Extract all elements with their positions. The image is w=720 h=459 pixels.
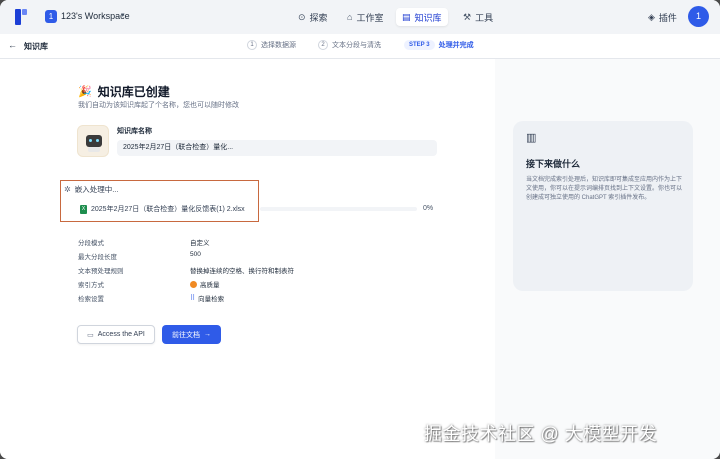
- step-3-label: 处理并完成: [438, 42, 474, 49]
- kb-name-input[interactable]: 2025年2月27日（联合检查）量化...: [117, 140, 437, 156]
- info-label-retrieval: 检索设置: [78, 296, 104, 303]
- top-bar: 1 123's Workspace ▾ ⊙ 探索 ⌂ 工作室 ▤ 知识库 ⚒ 工…: [0, 0, 720, 34]
- page-title: 知识库: [24, 42, 48, 51]
- step-3-tag: STEP 3: [404, 40, 435, 50]
- kb-name-label: 知识库名称: [117, 128, 152, 135]
- workspace-name[interactable]: 123's Workspace: [61, 11, 130, 21]
- nav-knowledge[interactable]: ▤ 知识库: [396, 8, 448, 26]
- next-steps-title: 接下来做什么: [526, 159, 581, 169]
- step-3: STEP 3 处理并完成: [404, 40, 474, 50]
- info-label-segment-mode: 分段模式: [78, 240, 104, 247]
- knowledge-icon: ▤: [402, 11, 411, 22]
- sub-header: ← 知识库 1 选择数据源 2 文本分段与清洗 STEP 3 处理并完成: [0, 34, 720, 59]
- book-icon: ▥: [526, 132, 537, 144]
- info-value-index-method-label: 高质量: [200, 282, 220, 289]
- robot-eye-right: [96, 139, 99, 142]
- app-logo[interactable]: [15, 9, 27, 25]
- plugin-label: 插件: [658, 13, 677, 23]
- back-arrow-icon[interactable]: ←: [8, 40, 17, 50]
- main-panel: 🎉 知识库已创建 我们自动为该知识库起了个名称，您也可以随时修改 知识库名称 2…: [0, 59, 495, 459]
- info-value-max-length: 500: [190, 251, 201, 258]
- embedding-status-label: 嵌入处理中...: [74, 185, 119, 194]
- go-to-document-label: 前往文档: [172, 331, 200, 339]
- embedding-status: ✲ 嵌入处理中...: [64, 184, 118, 195]
- next-steps-card: ▥ 接下来做什么 当文档完成索引处理后，知识库即可集成至应用内作为上下文使用，你…: [513, 121, 693, 291]
- info-label-preprocess: 文本预处理规则: [78, 268, 124, 275]
- vector-grid-icon: ⠿: [190, 295, 196, 302]
- file-item: X 2025年2月27日（联合检查）量化反馈表(1) 2.xlsx: [80, 204, 245, 214]
- info-value-preprocess: 替换掉连续的空格、换行符和制表符: [190, 268, 294, 275]
- progress-percent: 0%: [423, 205, 434, 212]
- step-1: 1 选择数据源: [247, 40, 296, 50]
- plugin-button[interactable]: ◈ 插件: [648, 11, 677, 24]
- step-2: 2 文本分段与清洗: [318, 40, 381, 50]
- arrow-right-icon: →: [204, 331, 211, 338]
- info-label-max-length: 最大分段长度: [78, 254, 117, 261]
- excel-file-icon: X: [80, 204, 87, 214]
- done-heading: 🎉 知识库已创建: [78, 83, 170, 100]
- loading-spinner-icon: ✲: [64, 185, 71, 194]
- robot-head: [86, 135, 102, 147]
- plugin-icon: ◈: [648, 12, 655, 22]
- next-steps-body: 当文档完成索引处理后，知识库即可集成至应用内作为上下文使用，你可以在提示词编排页…: [526, 177, 683, 201]
- access-api-label: Access the API: [97, 331, 145, 338]
- go-to-document-button[interactable]: 前往文档 →: [162, 325, 221, 344]
- help-sidebar: ▥ 接下来做什么 当文档完成索引处理后，知识库即可集成至应用内作为上下文使用，你…: [495, 59, 720, 459]
- robot-body: [88, 147, 100, 152]
- info-value-segment-mode: 自定义: [190, 240, 210, 247]
- party-popper-icon: 🎉: [78, 86, 92, 98]
- studio-icon: ⌂: [347, 12, 353, 22]
- robot-icon[interactable]: [77, 125, 109, 157]
- progress-bar: [260, 207, 417, 211]
- app-window: 1 123's Workspace ▾ ⊙ 探索 ⌂ 工作室 ▤ 知识库 ⚒ 工…: [0, 0, 720, 459]
- info-label-index-method: 索引方式: [78, 282, 104, 289]
- nav-tools[interactable]: ⚒ 工具: [457, 8, 499, 26]
- robot-eye-left: [89, 139, 92, 142]
- step-2-number: 2: [318, 40, 328, 50]
- info-value-retrieval-label: 向量检索: [198, 296, 225, 303]
- info-value-retrieval: ⠿ 向量检索: [190, 293, 224, 303]
- nav-explore[interactable]: ⊙ 探索: [292, 8, 334, 26]
- chevron-down-icon[interactable]: ▾: [121, 11, 125, 19]
- done-subtitle: 我们自动为该知识库起了个名称，您也可以随时修改: [78, 102, 239, 109]
- nav-tools-label: 工具: [475, 12, 494, 23]
- nav-studio-label: 工作室: [356, 12, 384, 23]
- nav-studio[interactable]: ⌂ 工作室: [341, 8, 389, 26]
- explore-icon: ⊙: [298, 11, 306, 22]
- step-2-label: 文本分段与清洗: [332, 42, 381, 49]
- quality-icon: [190, 280, 197, 288]
- access-api-button[interactable]: ▭ Access the API: [77, 325, 155, 344]
- info-value-index-method: 高质量: [190, 279, 220, 289]
- workspace-badge[interactable]: 1: [45, 10, 57, 23]
- nav-explore-label: 探索: [309, 12, 328, 23]
- terminal-icon: ▭: [87, 331, 94, 339]
- done-title: 知识库已创建: [97, 85, 170, 99]
- step-1-number: 1: [247, 40, 257, 50]
- nav-knowledge-label: 知识库: [414, 12, 442, 23]
- watermark: 掘金技术社区 @ 大模型开发: [424, 424, 658, 444]
- file-name: 2025年2月27日（联合检查）量化反馈表(1) 2.xlsx: [91, 206, 245, 213]
- tools-icon: ⚒: [463, 11, 472, 22]
- avatar[interactable]: 1: [688, 6, 709, 27]
- step-1-label: 选择数据源: [261, 42, 296, 49]
